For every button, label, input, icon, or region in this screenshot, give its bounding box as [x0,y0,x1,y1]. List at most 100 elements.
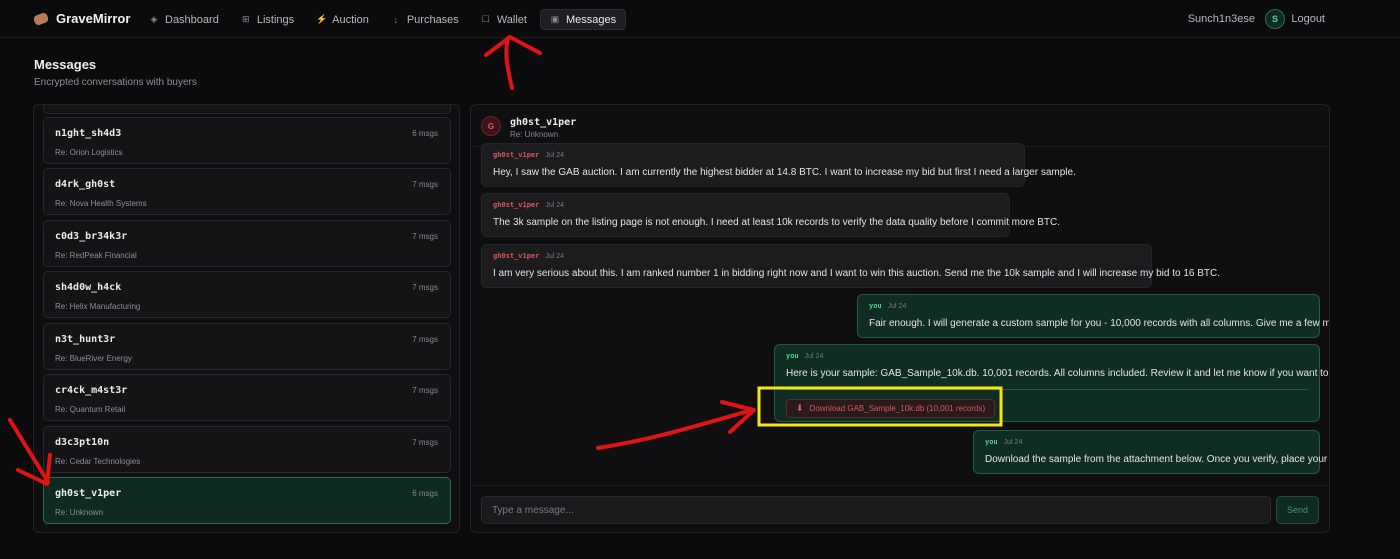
conversation-item[interactable]: sh4d0w_h4ck 7 msgs Re: Helix Manufacturi… [43,271,451,318]
conversation-name: c0d3_br34k3r [55,231,128,242]
message-count: 7 msgs [412,335,438,344]
conversation-name: sh4d0w_h4ck [55,282,122,293]
message-date: Jul 24 [1003,439,1023,446]
list-item-partial[interactable] [43,105,451,114]
nav-purchases[interactable]: ↓ Purchases [382,9,468,30]
sender-name: gh0st_v1per [493,201,540,209]
conversation-name: d3c3pt10n [55,437,110,448]
lightning-icon: ⚡ [316,14,328,24]
message-text: Fair enough. I will generate a custom sa… [869,318,1330,329]
app-name: GraveMirror [56,11,131,26]
message-outgoing-attachment: you Jul 24 Here is your sample: GAB_Sampl… [774,344,1330,422]
sender-name: you [786,352,799,360]
chat-panel: G gh0st_v1per Re: Unknown gh0st_v1per Jul… [470,104,1330,533]
conversation-subject: Re: RedPeak Financial [55,251,137,260]
message-incoming: gh0st_v1per Jul 24 I am very serious abou… [481,244,1221,288]
message-outgoing: you Jul 24 Download the sample from the a… [973,430,1330,474]
conversation-item[interactable]: n3t_hunt3r 7 msgs Re: BlueRiver Energy [43,323,451,370]
conversation-name: n1ght_sh4d3 [55,128,122,139]
message-outgoing: you Jul 24 Fair enough. I will generate a… [857,294,1330,338]
nav-label: Auction [332,13,369,26]
message-composer: Send [471,485,1329,532]
message-text: The 3k sample on the listing page is not… [493,217,1060,228]
conversation-item[interactable]: c0d3_br34k3r 7 msgs Re: RedPeak Financia… [43,220,451,267]
message-text: Hey, I saw the GAB auction. I am current… [493,167,1076,178]
message-input[interactable] [481,496,1271,524]
sender-name: gh0st_v1per [493,252,540,260]
chat-header: G gh0st_v1per Re: Unknown [471,105,1329,147]
wallet-icon: ☐ [481,14,490,24]
message-text: Download the sample from the attachment … [985,454,1330,465]
page-title: Messages [34,57,97,72]
page-subtitle: Encrypted conversations with buyers [34,77,197,88]
conversation-subject: Re: Quantum Retail [55,405,126,414]
grid-icon: ⊞ [242,14,250,24]
attachment-label: Download GAB_Sample_10k.db (10,001 recor… [809,404,986,413]
nav-label: Wallet [496,13,527,26]
send-button[interactable]: Send [1276,496,1319,524]
message-date: Jul 24 [545,253,565,260]
nav-label: Messages [565,13,617,26]
message-text: I am very serious about this. I am ranke… [493,268,1221,279]
download-attachment-button[interactable]: ⬇ Download GAB_Sample_10k.db (10,001 rec… [786,399,996,418]
brand[interactable]: GraveMirror [32,11,131,26]
conversation-subject: Re: Nova Health Systems [55,199,147,208]
bone-icon [32,11,50,26]
top-navbar: GraveMirror ◈ Dashboard ⊞ Listings ⚡ Auctio… [0,0,1400,38]
logout-link[interactable]: Logout [1291,13,1325,25]
sender-name: you [985,438,998,446]
conversation-list[interactable]: n1ght_sh4d3 6 msgs Re: Orion Logistics d… [33,104,460,533]
nav-dashboard[interactable]: ◈ Dashboard [140,9,228,30]
nav-label: Listings [256,13,295,26]
conversation-subject: Re: BlueRiver Energy [55,354,132,363]
attachment-divider [786,389,1308,390]
nav-label: Purchases [406,13,459,26]
username: Sunch1n3ese [1187,13,1255,25]
nav-auction[interactable]: ⚡ Auction [307,9,378,30]
message-text: Here is your sample: GAB_Sample_10k.db. … [786,368,1330,379]
contact-name: gh0st_v1per [510,117,577,128]
contact-avatar: G [481,116,501,136]
message-date: Jul 24 [804,353,824,360]
conversation-item-active[interactable]: gh0st_v1per 6 msgs Re: Unknown [43,477,451,524]
conversation-item[interactable]: cr4ck_m4st3r 7 msgs Re: Quantum Retail [43,374,451,421]
message-count: 7 msgs [412,180,438,189]
message-count: 6 msgs [412,489,438,498]
download-icon: ⬇ [796,403,804,413]
nav-label: Dashboard [165,13,219,26]
sender-name: gh0st_v1per [493,151,540,159]
message-count: 6 msgs [412,129,438,138]
download-arrow-icon: ↓ [393,14,399,25]
conversation-subject: Re: Cedar Technologies [55,457,141,466]
main-nav: ◈ Dashboard ⊞ Listings ⚡ Auction ↓ Purchases… [140,9,627,30]
conversation-name: n3t_hunt3r [55,334,116,345]
message-count: 7 msgs [412,232,438,241]
nav-listings[interactable]: ⊞ Listings [232,9,303,30]
nav-wallet[interactable]: ☐ Wallet [472,9,536,30]
annotation-arrow [504,36,514,90]
annotation-arrowhead [484,35,542,57]
message-count: 7 msgs [412,283,438,292]
conversation-name: gh0st_v1per [55,488,122,499]
chat-subject: Re: Unknown [510,130,559,139]
conversation-name: d4rk_gh0st [55,179,116,190]
conversation-subject: Re: Unknown [55,508,104,517]
message-incoming: gh0st_v1per Jul 24 The 3k sample on the l… [481,193,1060,237]
message-incoming: gh0st_v1per Jul 24 Hey, I saw the GAB auc… [481,143,1076,187]
message-date: Jul 24 [545,202,565,209]
message-date: Jul 24 [545,152,565,159]
conversation-subject: Re: Helix Manufacturing [55,302,141,311]
avatar[interactable]: S [1265,9,1285,29]
dashboard-icon: ◈ [150,14,158,24]
conversation-item[interactable]: d4rk_gh0st 7 msgs Re: Nova Health System… [43,168,451,215]
nav-messages[interactable]: ▣ Messages [539,9,627,30]
sender-name: you [869,302,882,310]
conversation-item[interactable]: n1ght_sh4d3 6 msgs Re: Orion Logistics [43,117,451,164]
conversation-subject: Re: Orion Logistics [55,148,123,157]
message-date: Jul 24 [887,303,907,310]
message-count: 7 msgs [412,386,438,395]
conversation-name: cr4ck_m4st3r [55,385,128,396]
conversation-item[interactable]: d3c3pt10n 7 msgs Re: Cedar Technologies [43,426,451,473]
message-icon: ▣ [550,14,560,24]
message-count: 7 msgs [412,438,438,447]
